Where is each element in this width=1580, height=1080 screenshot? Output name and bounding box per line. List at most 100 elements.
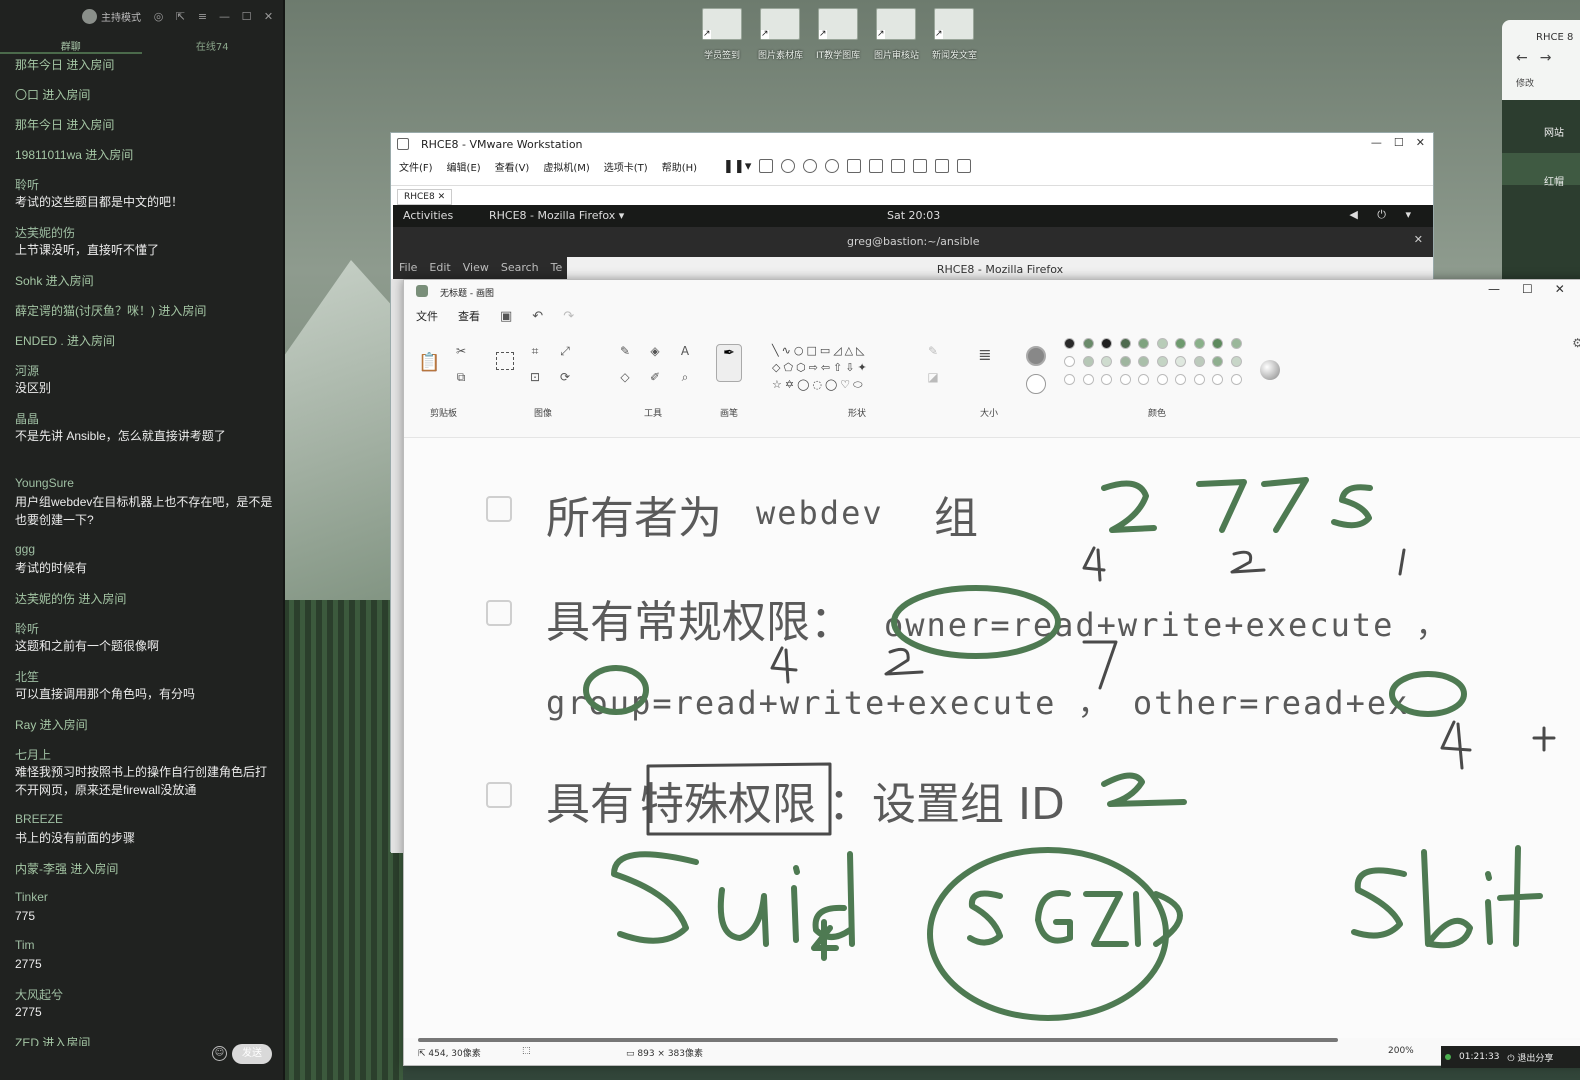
- desktop-icon[interactable]: 图片素材库: [758, 8, 803, 61]
- cut-icon[interactable]: ✂: [454, 344, 468, 358]
- line-size-icon[interactable]: ≣: [978, 347, 992, 363]
- color-swatch[interactable]: [1175, 374, 1186, 385]
- maximize-icon[interactable]: ☐: [1522, 282, 1533, 296]
- copy-icon[interactable]: ⧉: [454, 370, 468, 384]
- back-icon[interactable]: ←: [1516, 50, 1540, 66]
- chat-sender-name[interactable]: 七月上: [15, 746, 51, 763]
- send-button[interactable]: 发送: [232, 1044, 272, 1064]
- desktop-icon[interactable]: 学员签到: [700, 8, 744, 61]
- send-keys-icon[interactable]: [759, 159, 774, 173]
- color-swatch[interactable]: [1156, 356, 1168, 367]
- pause-icon[interactable]: ❚❚▾: [723, 159, 751, 174]
- terminal-menu-file[interactable]: File: [399, 261, 417, 274]
- crop-icon[interactable]: ⌗: [528, 344, 542, 358]
- select-icon[interactable]: [496, 352, 514, 370]
- image-select-icon[interactable]: ⊡: [528, 370, 542, 384]
- horizontal-scrollbar[interactable]: [418, 1038, 1338, 1042]
- chat-sender-name[interactable]: 达芙妮的伤: [15, 224, 75, 241]
- color-swatch[interactable]: [1230, 374, 1242, 385]
- color-swatch[interactable]: [1175, 338, 1186, 349]
- unity-icon[interactable]: [913, 159, 928, 173]
- color-swatch[interactable]: [1082, 374, 1094, 385]
- save-icon[interactable]: ▣: [500, 309, 512, 324]
- clock[interactable]: Sat 20:03: [887, 209, 940, 222]
- maximize-icon[interactable]: ☐: [240, 10, 253, 23]
- desktop-icon[interactable]: IT教学图库: [816, 8, 860, 61]
- maximize-icon[interactable]: ☐: [1394, 136, 1404, 149]
- color-swatch[interactable]: [1119, 374, 1131, 385]
- pencil-icon[interactable]: ✎: [618, 344, 632, 358]
- magnifier-icon[interactable]: ⌕: [678, 370, 692, 384]
- chat-sender-name[interactable]: YoungSure: [15, 476, 74, 490]
- menu-help[interactable]: 帮助(H): [662, 159, 697, 174]
- popout-icon[interactable]: ⇱: [174, 10, 187, 23]
- close-icon[interactable]: ✕: [262, 10, 275, 23]
- activities-button[interactable]: Activities: [403, 209, 453, 222]
- fill-icon[interactable]: ◈: [648, 344, 662, 358]
- library-icon[interactable]: [847, 159, 862, 173]
- color1-swatch[interactable]: [1026, 346, 1046, 366]
- tab-online[interactable]: 在线74: [142, 32, 284, 54]
- page-nav-item[interactable]: 网站: [1502, 100, 1580, 139]
- color-swatch[interactable]: [1101, 356, 1112, 367]
- chat-sender-name[interactable]: Tinker: [15, 890, 48, 904]
- terminal-menu-view[interactable]: View: [463, 261, 489, 274]
- menu-file[interactable]: 文件: [416, 308, 438, 324]
- color-swatch[interactable]: [1193, 338, 1205, 349]
- color-swatch[interactable]: [1193, 374, 1205, 385]
- vm-tab[interactable]: RHCE8 ✕: [397, 189, 453, 205]
- edit-colors-icon[interactable]: [1260, 360, 1280, 380]
- resize-icon[interactable]: ⤢: [558, 344, 572, 358]
- chat-sender-name[interactable]: 大风起兮: [15, 986, 63, 1003]
- brush-icon[interactable]: ✒: [716, 344, 742, 382]
- chat-sender-name[interactable]: 河源: [15, 362, 39, 379]
- forward-icon[interactable]: →: [1540, 50, 1564, 66]
- chat-sender-name[interactable]: Tim: [15, 938, 35, 952]
- exit-share-button[interactable]: ⏻ 退出分享: [1507, 1051, 1553, 1064]
- terminal-menu-edit[interactable]: Edit: [429, 261, 450, 274]
- color-swatch[interactable]: [1119, 356, 1131, 367]
- system-menu[interactable]: ◀ ⏻ ▾: [1349, 208, 1419, 222]
- browser-window-peek[interactable]: RHCE 8 ←→ 修改 网站 红帽: [1502, 20, 1580, 280]
- terminal-menu-search[interactable]: Search: [501, 261, 539, 274]
- color-swatch[interactable]: [1175, 356, 1186, 367]
- redo-icon[interactable]: ↷: [563, 309, 574, 324]
- text-icon[interactable]: A: [678, 344, 692, 358]
- bookmark-item[interactable]: 修改: [1502, 76, 1580, 89]
- color-swatch[interactable]: [1101, 374, 1112, 385]
- console-icon[interactable]: [935, 159, 950, 173]
- shapes-gallery[interactable]: ╲∿○□▭◿△◺ ◇⬠⬡⇨⇦⇧⇩✦ ☆✡◯◌◯♡⬭: [772, 342, 902, 393]
- rotate-icon[interactable]: ⟳: [558, 370, 572, 384]
- color-swatch[interactable]: [1064, 338, 1075, 349]
- menu-tabs[interactable]: 选项卡(T): [604, 159, 648, 174]
- chat-sender-name[interactable]: BREEZE: [15, 812, 63, 826]
- close-icon[interactable]: ✕: [1414, 233, 1423, 246]
- page-nav-item-active[interactable]: 红帽: [1502, 153, 1580, 188]
- browser-tab-title[interactable]: RHCE 8: [1502, 20, 1580, 50]
- color-swatch[interactable]: [1212, 374, 1223, 385]
- shape-fill-icon[interactable]: ◪: [926, 370, 940, 384]
- thumbnail-icon[interactable]: [869, 159, 884, 173]
- color-picker-icon[interactable]: ✐: [648, 370, 662, 384]
- message-list[interactable]: 那年今日 进入房间 〇口 进入房间 那年今日 进入房间 19811011wa 进入房间…: [0, 56, 283, 1046]
- minimize-icon[interactable]: —: [218, 10, 231, 23]
- color-swatch[interactable]: [1138, 374, 1149, 385]
- color-swatch[interactable]: [1138, 338, 1149, 349]
- close-icon[interactable]: ✕: [1416, 136, 1425, 149]
- color-swatch[interactable]: [1064, 374, 1075, 385]
- menu-vm[interactable]: 虚拟机(M): [543, 159, 589, 174]
- desktop-icon[interactable]: 新闻发文室: [932, 8, 977, 61]
- outline-icon[interactable]: ✎: [926, 344, 940, 358]
- color2-swatch[interactable]: [1026, 374, 1046, 394]
- drawing-canvas[interactable]: 所有者为 webdev 组 具有常规权限： owner=read+write+e…: [404, 438, 1580, 1038]
- zoom-level[interactable]: 200%: [1388, 1046, 1414, 1056]
- color-swatch[interactable]: [1082, 356, 1094, 367]
- menu-icon[interactable]: ≡: [196, 10, 209, 23]
- manage-snapshots-icon[interactable]: [825, 159, 840, 173]
- stretch-icon[interactable]: [957, 159, 972, 173]
- revert-snapshot-icon[interactable]: [803, 159, 818, 173]
- color-swatch[interactable]: [1230, 356, 1242, 367]
- desktop-icon[interactable]: 图片审核站: [874, 8, 919, 61]
- paste-icon[interactable]: 📋: [418, 354, 440, 372]
- color-swatch[interactable]: [1138, 356, 1149, 367]
